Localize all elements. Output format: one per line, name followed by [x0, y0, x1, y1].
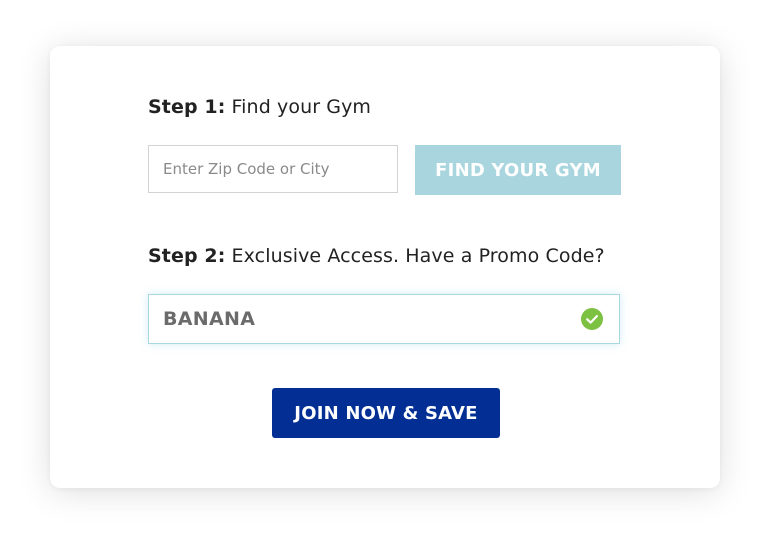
signup-card: Step 1: Find your Gym FIND YOUR GYM Step… — [50, 46, 720, 488]
zip-code-input[interactable] — [148, 145, 398, 193]
step1-number: Step 1: — [148, 96, 226, 118]
join-now-save-button[interactable]: JOIN NOW & SAVE — [272, 388, 500, 438]
promo-code-field[interactable]: BANANA — [148, 294, 620, 344]
step2-title: Exclusive Access. Have a Promo Code? — [231, 245, 605, 267]
step2-heading: Step 2: Exclusive Access. Have a Promo C… — [148, 245, 605, 267]
find-your-gym-button[interactable]: FIND YOUR GYM — [415, 145, 621, 195]
step1-heading: Step 1: Find your Gym — [148, 96, 371, 118]
promo-code-value[interactable]: BANANA — [163, 295, 255, 343]
step1-title: Find your Gym — [231, 96, 372, 118]
check-circle-icon — [581, 308, 603, 330]
step2-number: Step 2: — [148, 245, 226, 267]
